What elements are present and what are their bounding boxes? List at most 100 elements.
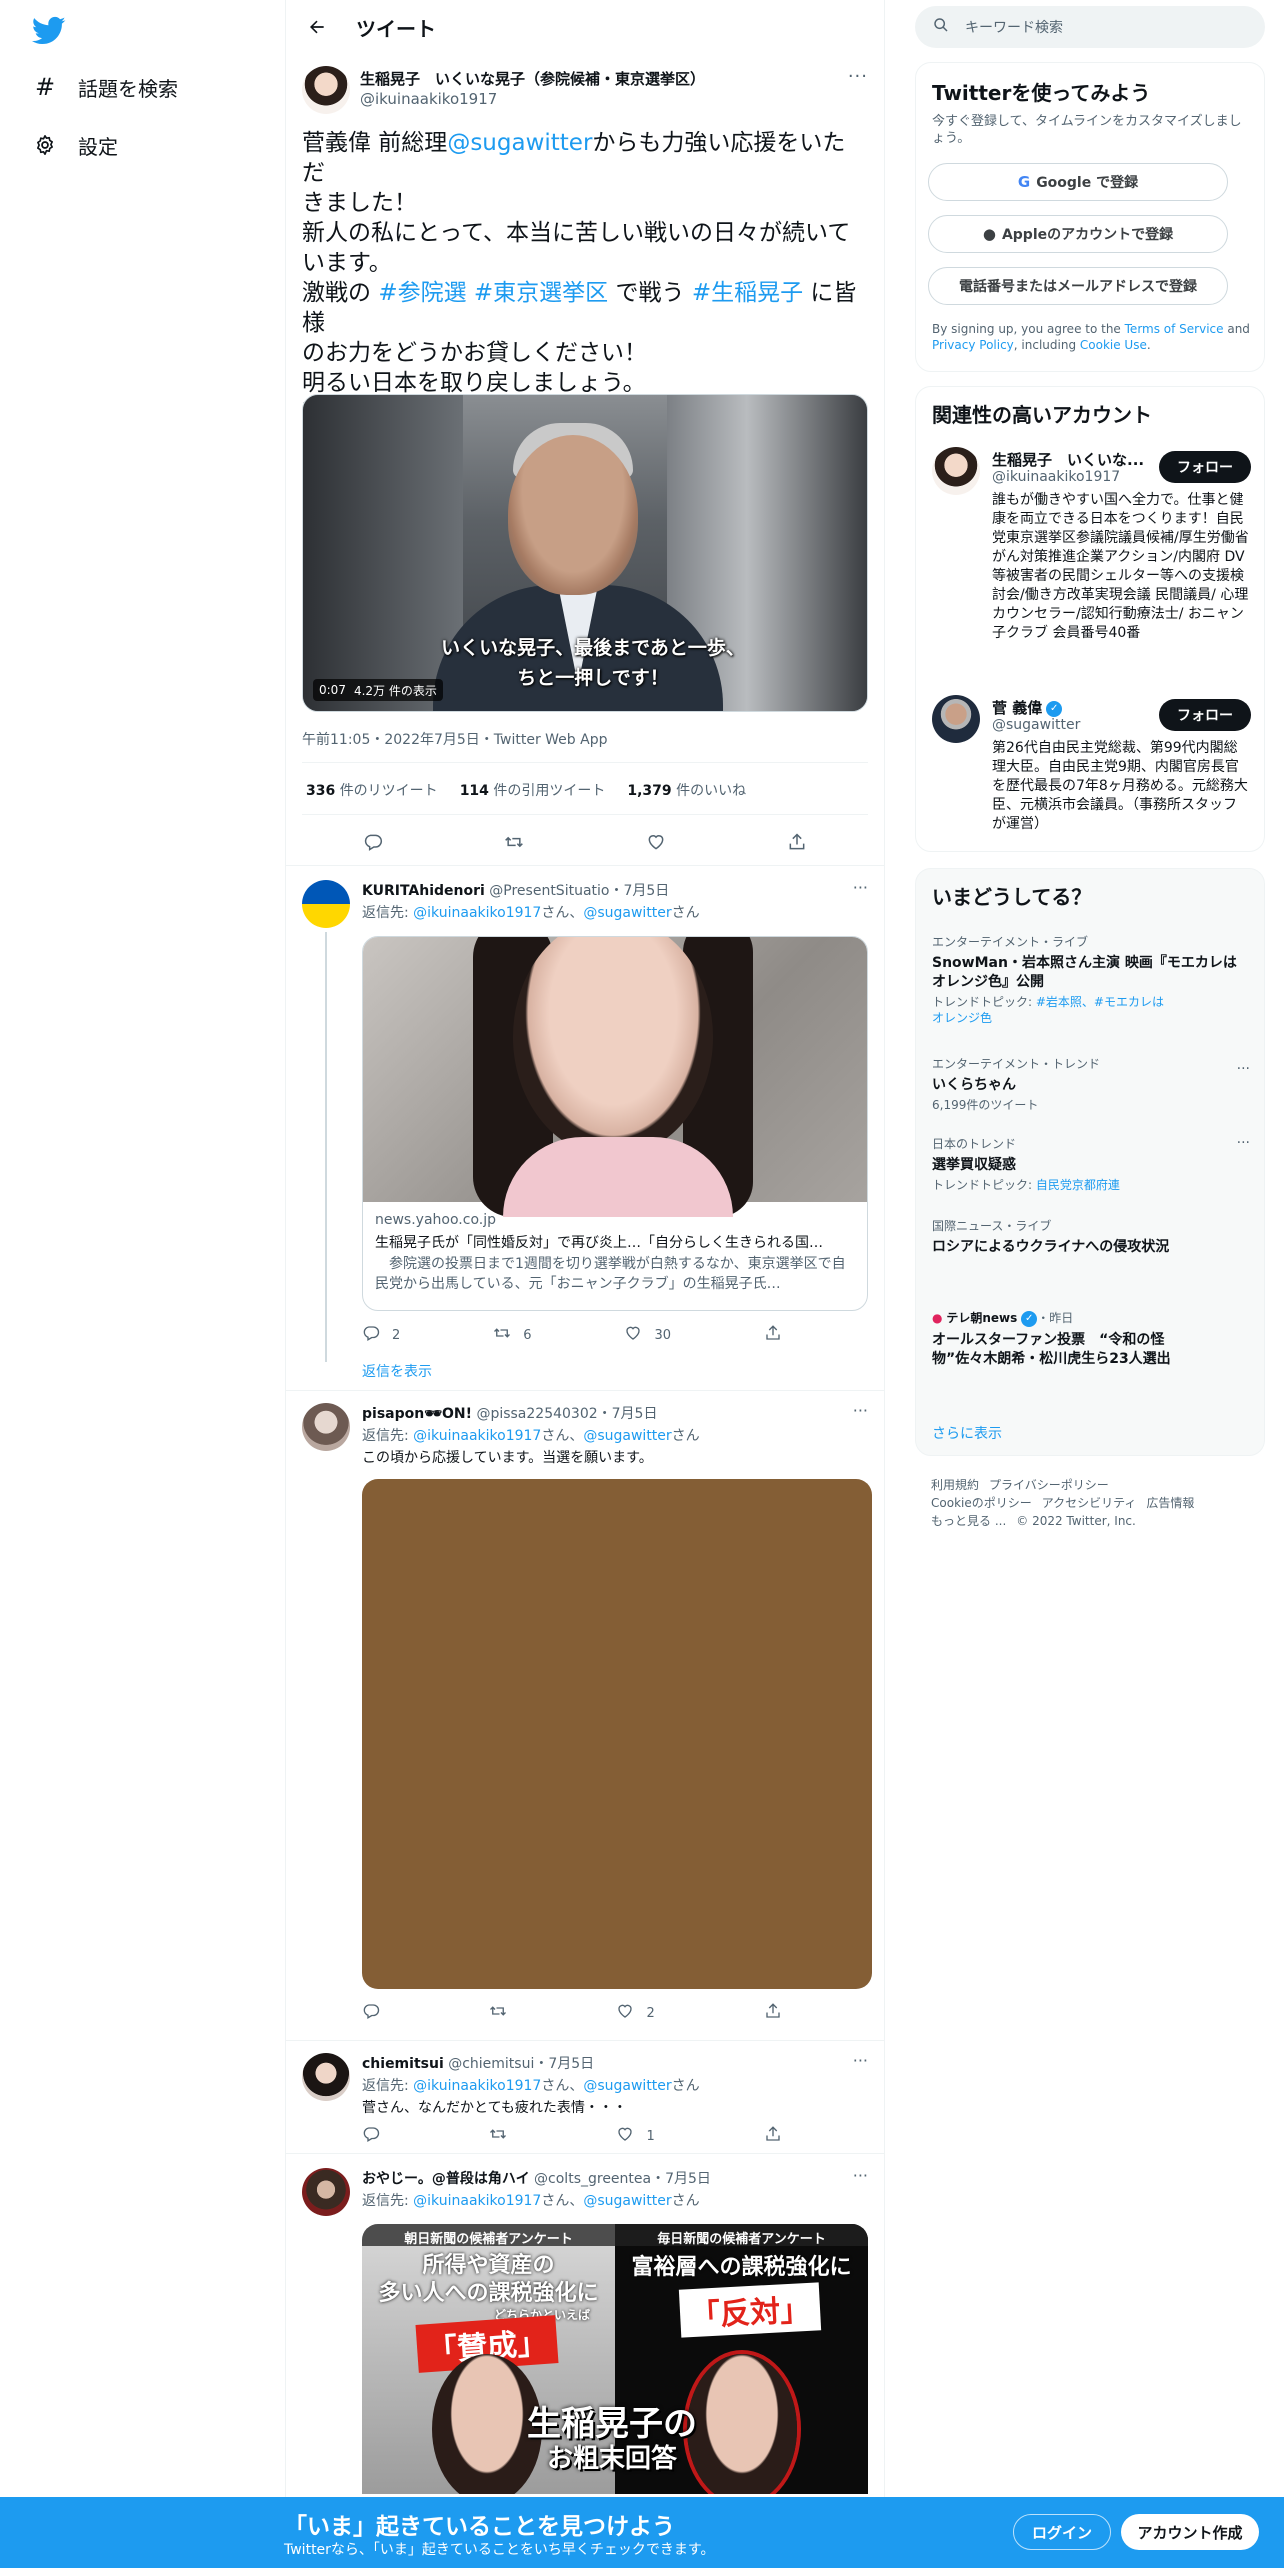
search-input[interactable]: キーワード検索 xyxy=(965,17,1063,37)
avatar[interactable] xyxy=(302,2053,350,2101)
reply-tweet[interactable]: chiemitsui @chiemitsui・7月5日 ··· 返信先: @ik… xyxy=(286,2040,884,2153)
nav-explore[interactable]: # 話題を検索 xyxy=(32,67,178,107)
share-icon[interactable] xyxy=(787,832,807,852)
mention-link[interactable]: @ikuinaakiko1917 xyxy=(413,905,541,921)
privacy-link[interactable]: Privacy Policy xyxy=(932,338,1014,352)
avatar[interactable] xyxy=(302,880,350,928)
mention-link[interactable]: @ikuinaakiko1917 xyxy=(413,2193,541,2209)
reply-author-handle[interactable]: @pissa22540302 xyxy=(476,1406,597,1422)
avatar[interactable] xyxy=(302,1403,350,1451)
retweet-icon[interactable] xyxy=(504,832,524,852)
footer-link[interactable]: Cookieのポリシー xyxy=(931,1496,1032,1510)
cookie-link[interactable]: Cookie Use xyxy=(1080,338,1147,352)
reply-author-name[interactable]: chiemitsui xyxy=(362,2056,444,2072)
account-handle[interactable]: @sugawitter xyxy=(992,717,1080,733)
reply-icon[interactable] xyxy=(363,832,383,852)
reply-date[interactable]: ・7月5日 xyxy=(598,1406,658,1422)
retweet-button[interactable] xyxy=(489,2125,507,2147)
share-button[interactable] xyxy=(764,2125,782,2147)
hashtag-link[interactable]: #生稲晃子 xyxy=(692,280,803,306)
like-button[interactable]: 2 xyxy=(616,2002,655,2024)
author-handle[interactable]: @ikuinaakiko1917 xyxy=(360,90,497,108)
trend-topic-link[interactable]: 自民党京都府連 xyxy=(1036,1178,1120,1192)
more-icon[interactable]: ··· xyxy=(853,2051,868,2070)
avatar[interactable] xyxy=(932,447,980,495)
mention-link[interactable]: @sugawitter xyxy=(583,2193,671,2209)
search-bar[interactable]: キーワード検索 xyxy=(915,6,1265,48)
footer-link[interactable]: プライバシーポリシー xyxy=(989,1478,1109,1492)
tweet-video[interactable]: いくいな晃子、最後まであと一歩、 ちと一押しです！ 0:07 4.2万 件の表示 xyxy=(302,394,868,712)
footer-link[interactable]: もっと見る ... xyxy=(931,1514,1006,1528)
login-button[interactable]: ログイン xyxy=(1013,2514,1111,2550)
account-name[interactable]: 菅 義偉 ✓ xyxy=(992,697,1063,718)
arrow-left-icon[interactable] xyxy=(302,12,332,42)
avatar[interactable] xyxy=(302,66,350,114)
reply-author-name[interactable]: KURITAhidenori xyxy=(362,883,485,899)
trend-item[interactable]: 日本のトレンド 選挙買収疑惑 トレンドトピック: 自民党京都府連 ··· xyxy=(932,1135,1250,1193)
share-button[interactable] xyxy=(764,2002,782,2024)
like-icon[interactable] xyxy=(646,832,666,852)
mention-link[interactable]: @ikuinaakiko1917 xyxy=(413,1428,541,1444)
reply-image[interactable]: 朝日新聞の候補者アンケート 毎日新聞の候補者アンケート 所得や資産の 多い人への… xyxy=(362,2224,868,2494)
footer-link[interactable]: 広告情報 xyxy=(1146,1496,1194,1510)
google-signup-button[interactable]: G Google で登録 xyxy=(928,163,1228,201)
retweet-button[interactable]: 6 xyxy=(493,1324,532,1346)
follow-button[interactable]: フォロー xyxy=(1159,451,1251,483)
footer-link[interactable]: 利用規約 xyxy=(931,1478,979,1492)
hashtag-link[interactable]: #参院選 xyxy=(378,280,466,306)
mention-link[interactable]: @sugawitter xyxy=(583,905,671,921)
avatar[interactable] xyxy=(302,2168,350,2216)
reply-tweet[interactable]: KURITAhidenori @PresentSituatio・7月5日 ···… xyxy=(286,865,884,1390)
mention-link[interactable]: @sugawitter xyxy=(583,1428,671,1444)
reply-button[interactable]: 2 xyxy=(362,1324,400,1346)
reply-date[interactable]: ・7月5日 xyxy=(534,2056,594,2072)
account-handle[interactable]: @ikuinaakiko1917 xyxy=(992,469,1120,485)
trend-item[interactable]: エンターテイメント・ライブ SnowMan・岩本照さん主演 映画『モエカレはオレ… xyxy=(932,933,1250,1026)
link-card[interactable]: news.yahoo.co.jp 生稲晃子氏が「同性婚反対」で再び炎上…「自分ら… xyxy=(362,936,868,1311)
trend-item[interactable]: 国際ニュース・ライブ ロシアによるウクライナへの侵攻状況 xyxy=(932,1217,1250,1257)
more-icon[interactable]: ··· xyxy=(1237,1135,1250,1151)
more-icon[interactable]: ··· xyxy=(853,878,868,897)
phone-signup-button[interactable]: 電話番号またはメールアドレスで登録 xyxy=(928,267,1228,305)
nav-settings[interactable]: 設定 xyxy=(32,125,118,165)
signup-button[interactable]: アカウント作成 xyxy=(1121,2514,1259,2550)
reply-tweet[interactable]: pisapon🕶ON! @pissa22540302・7月5日 ··· 返信先:… xyxy=(286,1390,884,2040)
reply-button[interactable] xyxy=(362,2002,380,2024)
mention-link[interactable]: @sugawitter xyxy=(583,2078,671,2094)
tos-link[interactable]: Terms of Service xyxy=(1125,322,1224,336)
show-replies-link[interactable]: 返信を表示 xyxy=(362,1361,432,1381)
reply-author-handle[interactable]: @PresentSituatio xyxy=(489,883,609,899)
more-icon[interactable]: ··· xyxy=(853,2166,868,2185)
reply-author-handle[interactable]: @chiemitsui xyxy=(448,2056,534,2072)
footer-link[interactable]: アクセシビリティ xyxy=(1042,1496,1137,1510)
hashtag-link[interactable]: #東京選挙区 xyxy=(474,280,608,306)
apple-signup-button[interactable]: ● Appleのアカウントで登録 xyxy=(928,215,1228,253)
more-icon[interactable]: ··· xyxy=(853,1401,868,1420)
account-name[interactable]: 生稲晃子 いくいな... xyxy=(992,449,1144,470)
more-icon[interactable]: ··· xyxy=(1237,1061,1250,1077)
retweet-button[interactable] xyxy=(489,2002,507,2024)
twitter-bird-icon[interactable] xyxy=(31,16,66,50)
tweet-timestamp[interactable]: 午前11:05・2022年7月5日・Twitter Web App xyxy=(302,729,607,749)
reply-author-name[interactable]: おやじー。@普段は角ハイ xyxy=(362,2171,530,2187)
show-more-link[interactable]: さらに表示 xyxy=(932,1423,1002,1443)
like-button[interactable]: 30 xyxy=(624,1324,671,1346)
avatar[interactable] xyxy=(932,695,980,743)
reply-image[interactable] xyxy=(362,1479,872,1989)
trend-item[interactable]: エンターテイメント・トレンド いくらちゃん 6,199件のツイート ··· xyxy=(932,1055,1250,1113)
retweet-count-link[interactable]: 336 件のリツイート xyxy=(306,780,438,800)
reply-author-name[interactable]: pisapon🕶ON! xyxy=(362,1406,472,1422)
mention-link[interactable]: @sugawitter xyxy=(447,130,592,156)
quote-count-link[interactable]: 114 件の引用ツイート xyxy=(460,780,606,800)
reply-date[interactable]: ・7月5日 xyxy=(609,883,669,899)
follow-button[interactable]: フォロー xyxy=(1159,699,1251,731)
like-count-link[interactable]: 1,379 件のいいね xyxy=(627,780,746,800)
share-button[interactable] xyxy=(764,1324,782,1346)
like-button[interactable]: 1 xyxy=(616,2125,655,2147)
author-name[interactable]: 生稲晃子 いくいな晃子（参院候補・東京選挙区） xyxy=(360,68,705,89)
trend-item[interactable]: ● テレ朝news ✓ ・昨日 オールスターファン投票 “令和の怪物”佐々木朗希・松… xyxy=(932,1309,1250,1369)
reply-button[interactable] xyxy=(362,2125,380,2147)
reply-date[interactable]: ・7月5日 xyxy=(651,2171,711,2187)
reply-author-handle[interactable]: @colts_greentea xyxy=(534,2171,651,2187)
mention-link[interactable]: @ikuinaakiko1917 xyxy=(413,2078,541,2094)
